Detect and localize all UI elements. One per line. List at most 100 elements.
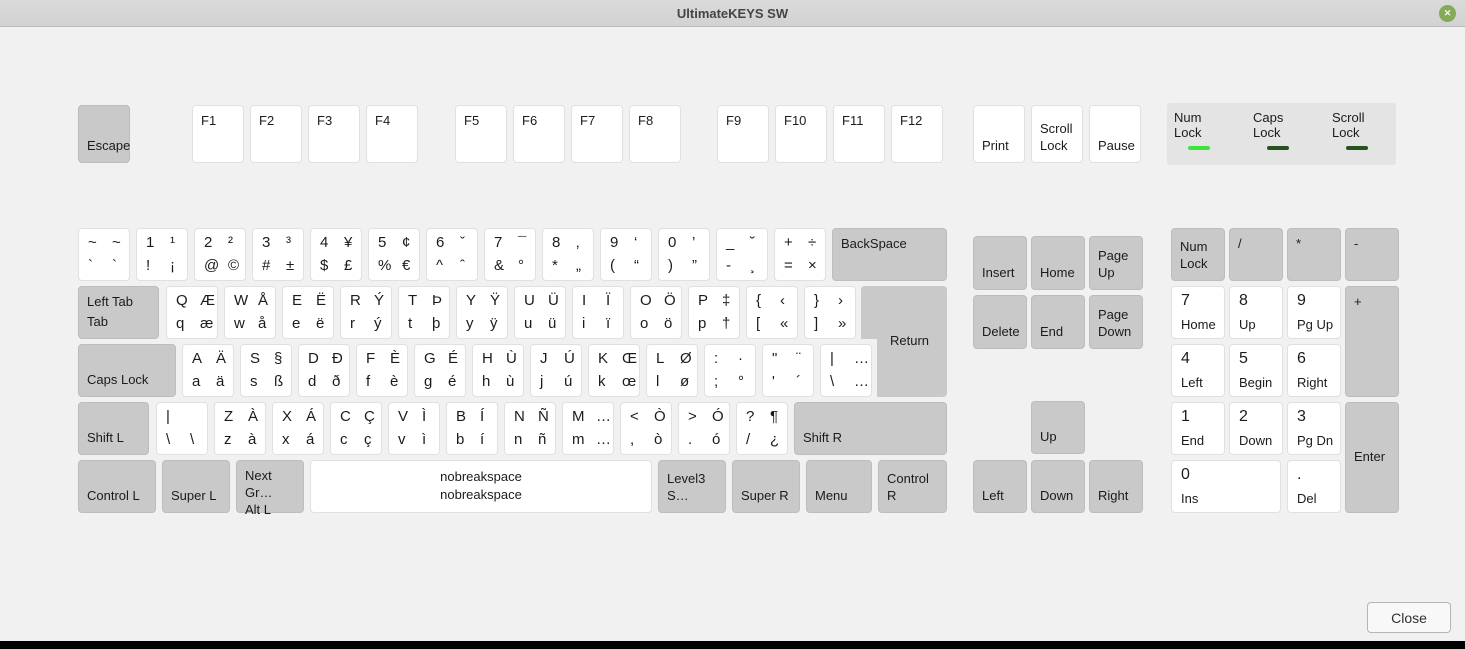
- key-4[interactable]: 4¥$£: [310, 228, 362, 281]
- key-o[interactable]: OÖoö: [630, 286, 682, 339]
- key-f3[interactable]: F3: [308, 105, 360, 163]
- key-9[interactable]: 9‘(“: [600, 228, 652, 281]
- key-space[interactable]: nobreakspacenobreakspace: [310, 460, 652, 513]
- key-np-9[interactable]: 9Pg Up: [1287, 286, 1341, 339]
- key-u[interactable]: UÜuü: [514, 286, 566, 339]
- key-7[interactable]: 7¯&°: [484, 228, 536, 281]
- key-f4[interactable]: F4: [366, 105, 418, 163]
- key-e[interactable]: EËeë: [282, 286, 334, 339]
- key-bracket-right[interactable]: }›]»: [804, 286, 856, 339]
- key-menu[interactable]: Menu: [806, 460, 872, 513]
- key-escape[interactable]: Escape: [78, 105, 130, 163]
- key-bracket-left[interactable]: {‹[«: [746, 286, 798, 339]
- key-down[interactable]: Down: [1031, 460, 1085, 513]
- key-t[interactable]: TÞtþ: [398, 286, 450, 339]
- key-super-r[interactable]: Super R: [732, 460, 800, 513]
- key-f[interactable]: FÈfè: [356, 344, 408, 397]
- key-np-decimal[interactable]: .Del: [1287, 460, 1341, 513]
- key-f12[interactable]: F12: [891, 105, 943, 163]
- key-np-4[interactable]: 4Left: [1171, 344, 1225, 397]
- close-button[interactable]: Close: [1367, 602, 1451, 633]
- key-v[interactable]: VÌvì: [388, 402, 440, 455]
- key-np-add[interactable]: +: [1345, 286, 1399, 397]
- key-8[interactable]: 8‚*„: [542, 228, 594, 281]
- key-np-6[interactable]: 6Right: [1287, 344, 1341, 397]
- key-np-multiply[interactable]: *: [1287, 228, 1341, 281]
- key-c[interactable]: CÇcç: [330, 402, 382, 455]
- key-print[interactable]: Print: [973, 105, 1025, 163]
- key-2[interactable]: 2²@©: [194, 228, 246, 281]
- key-y[interactable]: YŸyÿ: [456, 286, 508, 339]
- key-tab[interactable]: Left TabTab: [78, 286, 159, 339]
- key-p[interactable]: P‡p†: [688, 286, 740, 339]
- key-semicolon[interactable]: :·;°: [704, 344, 756, 397]
- key-page-down[interactable]: PageDown: [1089, 295, 1143, 349]
- key-pause[interactable]: Pause: [1089, 105, 1141, 163]
- key-np-7[interactable]: 7Home: [1171, 286, 1225, 339]
- key-s[interactable]: S§sß: [240, 344, 292, 397]
- key-np-1[interactable]: 1End: [1171, 402, 1225, 455]
- key-level3-shift[interactable]: Level3 S…: [658, 460, 726, 513]
- key-alt-l[interactable]: Next Gr…Alt L: [236, 460, 304, 513]
- key-f8[interactable]: F8: [629, 105, 681, 163]
- key-return[interactable]: Return: [861, 286, 947, 397]
- key-caps-lock[interactable]: Caps Lock: [78, 344, 176, 397]
- key-page-up[interactable]: PageUp: [1089, 236, 1143, 290]
- key-np-5[interactable]: 5Begin: [1229, 344, 1283, 397]
- key-end[interactable]: End: [1031, 295, 1085, 349]
- key-f10[interactable]: F10: [775, 105, 827, 163]
- key-f9[interactable]: F9: [717, 105, 769, 163]
- key-f6[interactable]: F6: [513, 105, 565, 163]
- key-home[interactable]: Home: [1031, 236, 1085, 290]
- key-1[interactable]: 1¹!¡: [136, 228, 188, 281]
- key-control-l[interactable]: Control L: [78, 460, 156, 513]
- key-i[interactable]: IÏiï: [572, 286, 624, 339]
- key-x[interactable]: XÁxá: [272, 402, 324, 455]
- key-control-r[interactable]: Control R: [878, 460, 947, 513]
- key-np-2[interactable]: 2Down: [1229, 402, 1283, 455]
- key-delete[interactable]: Delete: [973, 295, 1027, 349]
- key-w[interactable]: WÅwå: [224, 286, 276, 339]
- key-np-enter[interactable]: Enter: [1345, 402, 1399, 513]
- key-j[interactable]: JÚjú: [530, 344, 582, 397]
- key-h[interactable]: HÙhù: [472, 344, 524, 397]
- key-backspace[interactable]: BackSpace: [832, 228, 947, 281]
- key-slash[interactable]: ?¶/¿: [736, 402, 788, 455]
- key-f2[interactable]: F2: [250, 105, 302, 163]
- key-np-subtract[interactable]: -: [1345, 228, 1399, 281]
- key-k[interactable]: KŒkœ: [588, 344, 640, 397]
- key-equals[interactable]: +÷=×: [774, 228, 826, 281]
- key-6[interactable]: 6ˇ^ˆ: [426, 228, 478, 281]
- key-scroll-lock[interactable]: ScrollLock: [1031, 105, 1083, 163]
- key-d[interactable]: DÐdð: [298, 344, 350, 397]
- key-grave[interactable]: ~~``: [78, 228, 130, 281]
- key-f1[interactable]: F1: [192, 105, 244, 163]
- key-np-3[interactable]: 3Pg Dn: [1287, 402, 1341, 455]
- key-n[interactable]: NÑnñ: [504, 402, 556, 455]
- key-quote[interactable]: "¨'´: [762, 344, 814, 397]
- key-shift-l[interactable]: Shift L: [78, 402, 149, 455]
- key-3[interactable]: 3³#±: [252, 228, 304, 281]
- key-np-num-lock[interactable]: NumLock: [1171, 228, 1225, 281]
- key-shift-r[interactable]: Shift R: [794, 402, 947, 455]
- window-close-icon[interactable]: ✕: [1439, 5, 1456, 22]
- key-period[interactable]: >Ó.ó: [678, 402, 730, 455]
- key-b[interactable]: BÍbí: [446, 402, 498, 455]
- key-0[interactable]: 0’)”: [658, 228, 710, 281]
- key-r[interactable]: RÝrý: [340, 286, 392, 339]
- key-f11[interactable]: F11: [833, 105, 885, 163]
- key-comma[interactable]: <Ò,ò: [620, 402, 672, 455]
- key-l[interactable]: LØlø: [646, 344, 698, 397]
- key-insert[interactable]: Insert: [973, 236, 1027, 290]
- key-super-l[interactable]: Super L: [162, 460, 230, 513]
- key-z[interactable]: ZÀzà: [214, 402, 266, 455]
- key-up[interactable]: Up: [1031, 401, 1085, 454]
- key-g[interactable]: GÉgé: [414, 344, 466, 397]
- key-np-0[interactable]: 0Ins: [1171, 460, 1281, 513]
- key-right[interactable]: Right: [1089, 460, 1143, 513]
- key-a[interactable]: AÄaä: [182, 344, 234, 397]
- key-backslash[interactable]: |…\…: [820, 344, 872, 397]
- key-np-divide[interactable]: /: [1229, 228, 1283, 281]
- key-f5[interactable]: F5: [455, 105, 507, 163]
- key-m[interactable]: M…m…: [562, 402, 614, 455]
